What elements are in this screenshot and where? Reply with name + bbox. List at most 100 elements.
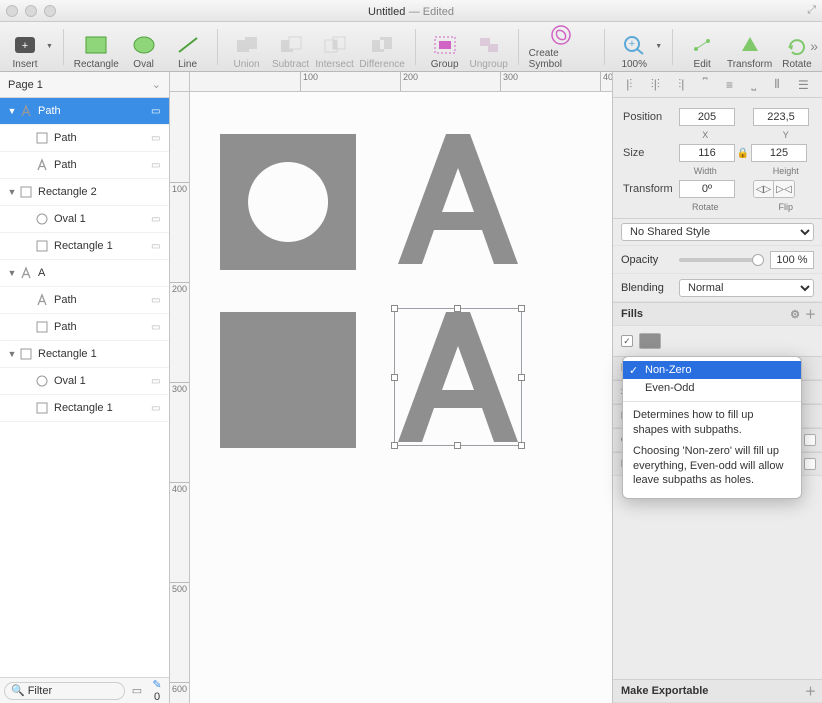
layer-row[interactable]: Path▭: [0, 314, 169, 341]
align-right-icon[interactable]: ⫶|: [678, 77, 684, 92]
layer-type-icon: [34, 130, 50, 146]
lock-icon[interactable]: ▭: [151, 214, 165, 225]
popover-item-nonzero[interactable]: Non-Zero: [623, 361, 801, 379]
zoom-control[interactable]: +100%: [615, 24, 653, 70]
align-center-h-icon[interactable]: ⫶|⫶: [651, 77, 660, 92]
layer-row[interactable]: Path▭: [0, 287, 169, 314]
fullscreen-icon[interactable]: ⤢: [807, 4, 816, 17]
align-buttons: |⫶ ⫶|⫶ ⫶| ⎴ ≡ ⎵ ⫴ ☰: [613, 72, 822, 98]
layer-row[interactable]: Path▭: [0, 152, 169, 179]
layer-type-icon: [34, 211, 50, 227]
chevron-down-icon[interactable]: ▼: [46, 43, 53, 50]
distribute-h-icon[interactable]: ⫴: [775, 77, 780, 92]
lock-icon[interactable]: ▭: [151, 133, 165, 144]
layer-type-icon: [34, 373, 50, 389]
toolbar: + Insert ▼ Rectangle Oval Line Union Sub…: [0, 22, 822, 72]
rectangle-tool[interactable]: Rectangle: [74, 24, 119, 70]
lock-icon[interactable]: ▭: [151, 322, 165, 333]
layer-row[interactable]: ▼Rectangle 2: [0, 179, 169, 206]
blending-select[interactable]: Normal: [679, 279, 814, 297]
lock-icon[interactable]: ▭: [151, 403, 165, 414]
group-button[interactable]: Group: [426, 24, 464, 70]
position-x-input[interactable]: [679, 108, 735, 126]
layer-name: A: [38, 267, 151, 279]
flip-vertical-icon[interactable]: ▷◁: [774, 181, 794, 197]
shape-rectangle-oval[interactable]: [220, 134, 356, 270]
align-bottom-icon[interactable]: ⎵: [751, 77, 756, 92]
align-center-v-icon[interactable]: ≡: [726, 78, 733, 92]
ungroup-button: Ungroup: [470, 24, 508, 70]
opacity-value[interactable]: [770, 251, 814, 269]
oval-tool[interactable]: Oval: [125, 24, 163, 70]
plus-icon[interactable]: ＋: [805, 683, 816, 699]
plus-icon[interactable]: ＋: [805, 306, 816, 322]
chevron-down-icon[interactable]: ▼: [655, 43, 662, 50]
chevron-down-icon[interactable]: ⌄: [152, 78, 161, 91]
fill-checkbox[interactable]: ✓: [621, 335, 633, 347]
shared-style-select[interactable]: No Shared Style: [621, 223, 814, 241]
height-input[interactable]: [751, 144, 807, 162]
layer-row[interactable]: Oval 1▭: [0, 206, 169, 233]
intersect-button: Intersect: [316, 24, 354, 70]
width-input[interactable]: [679, 144, 735, 162]
blur-checkbox[interactable]: [804, 434, 816, 446]
fill-rule-popover: Non-Zero Even-Odd Determines how to fill…: [622, 356, 802, 499]
lock-icon[interactable]: ▭: [151, 160, 165, 171]
layer-type-icon: [34, 292, 50, 308]
layer-row[interactable]: Path▭: [0, 125, 169, 152]
pages-icon[interactable]: ▭: [129, 684, 145, 697]
lock-icon[interactable]: ▭: [151, 376, 165, 387]
layer-name: Rectangle 1: [54, 402, 151, 414]
position-y-input[interactable]: [753, 108, 809, 126]
opacity-label: Opacity: [621, 254, 673, 266]
lock-icon[interactable]: ▭: [151, 241, 165, 252]
opacity-slider[interactable]: [679, 258, 764, 262]
distribute-v-icon[interactable]: ☰: [798, 78, 809, 92]
edit-button[interactable]: Edit: [683, 24, 721, 70]
align-left-icon[interactable]: |⫶: [626, 77, 632, 92]
layer-type-icon: [34, 400, 50, 416]
canvas-area: 10020030040 100200300400500600: [170, 72, 612, 703]
layer-type-icon: [18, 346, 34, 362]
svg-text:+: +: [22, 40, 28, 52]
line-tool[interactable]: Line: [169, 24, 207, 70]
lock-icon[interactable]: ▭: [151, 295, 165, 306]
pages-header[interactable]: Page 1 ⌄: [0, 72, 169, 98]
flip-buttons: ◁▷ ▷◁: [753, 180, 795, 198]
layer-row[interactable]: ▼A: [0, 260, 169, 287]
create-symbol-button[interactable]: Create Symbol: [529, 24, 595, 70]
layer-row[interactable]: Rectangle 1▭: [0, 233, 169, 260]
layer-name: Path: [54, 294, 151, 306]
layer-name: Oval 1: [54, 213, 151, 225]
layer-row[interactable]: Oval 1▭: [0, 368, 169, 395]
insert-button[interactable]: + Insert: [6, 24, 44, 70]
layer-name: Path: [54, 321, 151, 333]
filter-input[interactable]: 🔍Filter: [4, 682, 125, 700]
position-label: Position: [623, 111, 679, 123]
gear-icon[interactable]: ⚙: [790, 308, 800, 321]
layer-row[interactable]: ▼Path▭: [0, 98, 169, 125]
layer-type-icon: [18, 265, 34, 281]
fill-row: ✓: [613, 326, 822, 356]
transform-button[interactable]: Transform: [727, 24, 772, 70]
layer-row[interactable]: ▼Rectangle 1: [0, 341, 169, 368]
fills-section-header[interactable]: Fills ⚙ ＋: [613, 302, 822, 326]
shape-letter-a-top[interactable]: [398, 134, 518, 264]
toolbar-overflow-icon[interactable]: »: [810, 38, 818, 54]
canvas[interactable]: [190, 92, 612, 703]
layer-name: Path: [54, 159, 151, 171]
lock-icon[interactable]: ▭: [151, 106, 165, 117]
layer-type-icon: [34, 157, 50, 173]
fill-color-swatch[interactable]: [639, 333, 661, 349]
make-exportable-header[interactable]: Make Exportable ＋: [613, 679, 822, 703]
blending-label: Blending: [621, 282, 673, 294]
popover-item-evenodd[interactable]: Even-Odd: [623, 379, 801, 397]
shape-rectangle-solid[interactable]: [220, 312, 356, 448]
layer-row[interactable]: Rectangle 1▭: [0, 395, 169, 422]
rotate-input[interactable]: [679, 180, 735, 198]
slice-icon[interactable]: ✎ 0: [149, 678, 165, 703]
lock-icon[interactable]: 🔒: [735, 148, 751, 159]
reflection-checkbox[interactable]: [804, 458, 816, 470]
flip-horizontal-icon[interactable]: ◁▷: [754, 181, 774, 197]
align-top-icon[interactable]: ⎴: [703, 77, 708, 92]
